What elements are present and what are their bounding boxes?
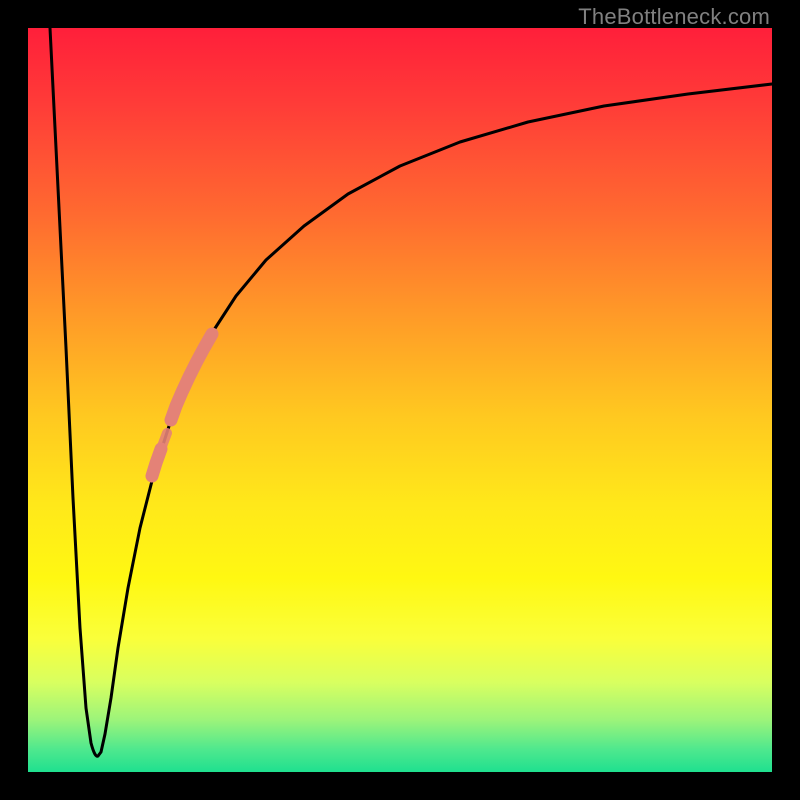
attribution-text: TheBottleneck.com	[578, 4, 770, 30]
outer-frame: TheBottleneck.com	[0, 0, 800, 800]
plot-area	[28, 28, 772, 772]
chart-svg	[28, 28, 772, 772]
main-curve	[50, 28, 772, 756]
highlight-lower-2	[161, 433, 167, 449]
highlight-upper	[171, 334, 212, 420]
